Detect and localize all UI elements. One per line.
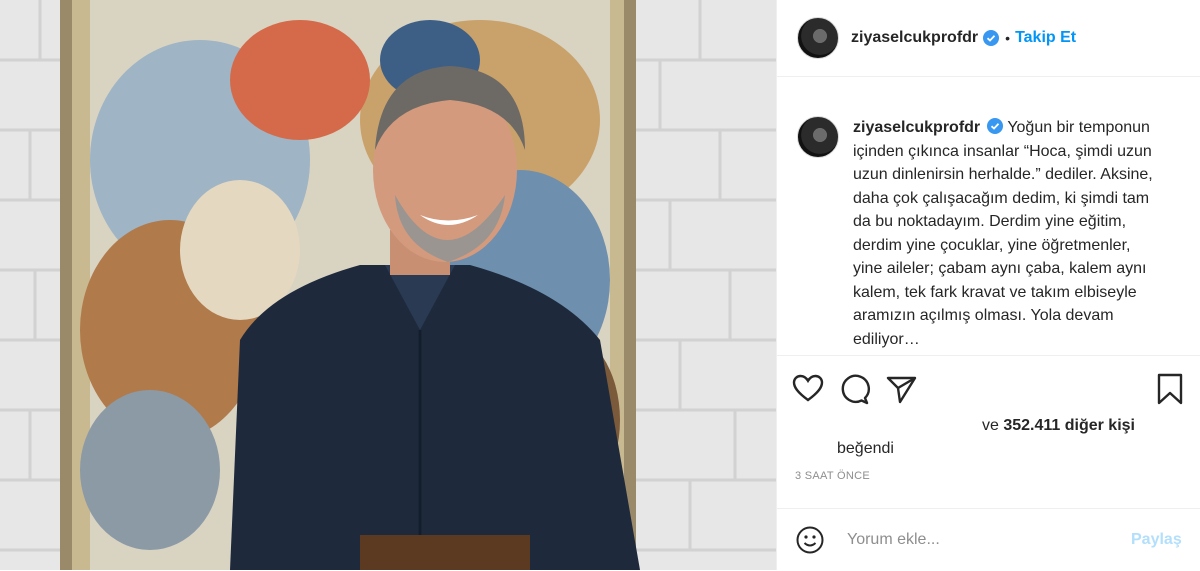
paper-plane-icon[interactable] [884,372,918,406]
comment-bar: Paylaş [777,508,1200,571]
post-header: ziyaselcukprofdr • Takip Et [777,0,1200,77]
separator-dot: • [1005,30,1011,46]
post-photo[interactable] [0,0,776,570]
heart-icon[interactable] [791,372,825,406]
instagram-post: ziyaselcukprofdr • Takip Et ziyaselcukpr… [0,0,1200,570]
caption-text: Yoğun bir temponun içinden çıkınca insan… [853,119,1153,348]
comment-input[interactable] [845,530,1119,550]
caption-author-avatar[interactable] [797,116,839,158]
likes-summary[interactable]: ve 352.411 diğer kişi [982,417,1135,435]
caption-username[interactable]: ziyaselcukprofdr [853,119,980,136]
verified-badge-icon [983,30,1000,46]
liked-label: beğendi [837,440,894,457]
likes-count[interactable]: 352.411 diğer kişi [1003,417,1135,434]
follow-button[interactable]: Takip Et [1015,29,1076,47]
author-avatar[interactable] [797,17,839,59]
photo-image [0,0,776,570]
author-username[interactable]: ziyaselcukprofdr [851,29,978,47]
post-caption: ziyaselcukprofdr Yoğun bir temponun için… [777,98,1200,354]
post-comment-button[interactable]: Paylaş [1131,531,1182,549]
comment-icon[interactable] [837,372,871,406]
smiley-icon[interactable] [795,525,825,555]
verified-badge-icon [987,118,1004,134]
caption-text-block: ziyaselcukprofdr Yoğun bir temponun için… [853,116,1153,351]
action-bar [777,355,1200,418]
post-side-panel: ziyaselcukprofdr • Takip Et ziyaselcukpr… [776,0,1200,570]
post-timestamp[interactable]: 3 SAAT ÖNCE [795,470,870,482]
likes-prefix: ve [982,417,1004,434]
bookmark-icon[interactable] [1153,372,1187,406]
